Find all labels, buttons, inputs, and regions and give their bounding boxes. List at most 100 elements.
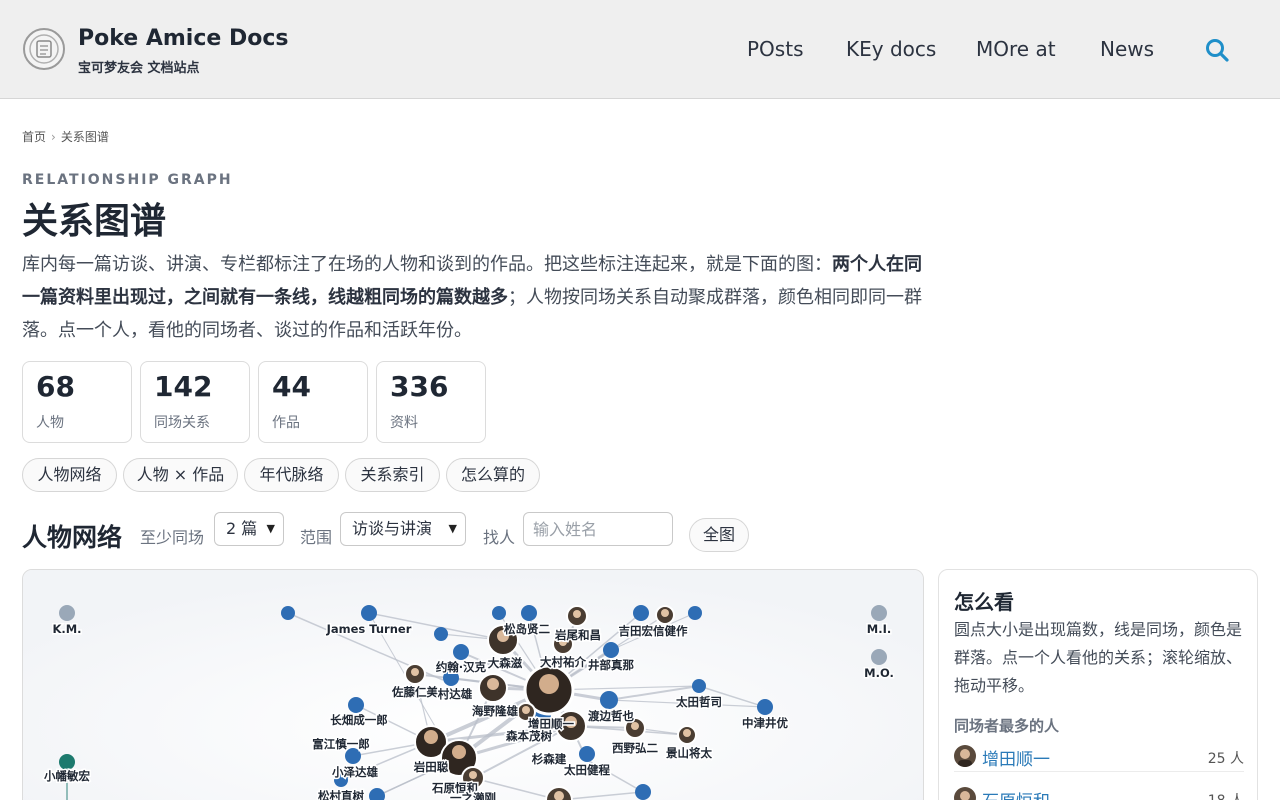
graph-label: M.O. — [864, 666, 894, 680]
how-to-read-panel: 怎么看 圆点大小是出现篇数，线是同场，颜色是群落。点一个人看他的关系；滚轮缩放、… — [938, 569, 1258, 800]
logo-icon[interactable] — [22, 27, 66, 71]
min-label: 至少同场 — [140, 528, 205, 547]
stat-label: 资料 — [390, 415, 418, 431]
range-select-value: 访谈与讲演 — [352, 519, 433, 538]
stat-value: 142 — [154, 370, 213, 403]
find-label: 找人 — [483, 528, 516, 547]
stat-card-people: 68 人物 — [22, 361, 132, 443]
page-eyebrow: RELATIONSHIP GRAPH — [22, 172, 233, 188]
stat-value: 336 — [390, 370, 449, 403]
breadcrumb-home[interactable]: 首页 — [22, 130, 46, 144]
graph-label: 佐藤仁美 — [391, 685, 438, 699]
avatar-node[interactable] — [677, 725, 697, 745]
node[interactable] — [579, 746, 595, 762]
range-label: 范围 — [300, 528, 333, 547]
min-select[interactable]: 2 篇 ▼ — [214, 512, 284, 546]
brand-subtitle: 宝可梦友会 文档站点 — [78, 61, 200, 76]
person-name[interactable]: 石原恒和 — [982, 787, 1050, 800]
section-title: 人物网络 — [22, 523, 123, 552]
node-mi[interactable] — [871, 605, 887, 621]
side-subhead: 同场者最多的人 — [954, 717, 1060, 735]
graph-canvas[interactable]: K.M. James Turner 松岛贤二 岩尾和昌 吉田宏信健作 M.I. … — [23, 570, 924, 800]
tab-people-works[interactable]: 人物 × 作品 — [123, 458, 238, 492]
nav-key-docs[interactable]: KEy docs — [846, 37, 936, 61]
node-teal[interactable] — [59, 754, 75, 770]
tab-people-network[interactable]: 人物网络 — [22, 458, 117, 492]
person-count: 18 人 — [1208, 790, 1244, 800]
node[interactable] — [633, 605, 649, 621]
breadcrumb: 首页 › 关系图谱 — [22, 128, 109, 145]
stat-value: 44 — [272, 370, 311, 403]
tab-how-computed[interactable]: 怎么算的 — [446, 458, 540, 492]
stat-card-works: 44 作品 — [258, 361, 368, 443]
graph-label: 大森滋 — [488, 656, 523, 670]
top-person-row[interactable]: 石原恒和 18 人 — [954, 784, 1244, 800]
person-name[interactable]: 增田顺一 — [982, 745, 1050, 770]
page-title: 关系图谱 — [22, 201, 167, 242]
avatar-node[interactable] — [478, 673, 508, 703]
node[interactable] — [348, 697, 364, 713]
graph-label: 杉森建 — [532, 752, 567, 766]
stat-card-relations: 142 同场关系 — [140, 361, 250, 443]
nav-news[interactable]: News — [1100, 37, 1154, 61]
node[interactable] — [757, 699, 773, 715]
node[interactable] — [635, 784, 651, 800]
node-james-turner[interactable] — [361, 605, 377, 621]
node-mo[interactable] — [871, 649, 887, 665]
node[interactable] — [692, 679, 706, 693]
graph-label: 太田哲司 — [675, 695, 722, 709]
nav-more-at[interactable]: MOre at — [976, 37, 1056, 61]
stat-label: 作品 — [272, 415, 300, 431]
side-title: 怎么看 — [954, 590, 1014, 614]
avatar-node[interactable] — [404, 663, 426, 685]
nav-posts[interactable]: POsts — [747, 37, 803, 61]
full-graph-button[interactable]: 全图 — [689, 518, 749, 552]
node[interactable] — [281, 606, 295, 620]
graph-label: James Turner — [326, 622, 412, 636]
chevron-down-icon: ▼ — [448, 522, 457, 535]
tab-relation-index[interactable]: 关系索引 — [345, 458, 440, 492]
graph-label: 渡边哲也 — [588, 709, 634, 723]
range-select[interactable]: 访谈与讲演 ▼ — [340, 512, 466, 546]
stat-label: 人物 — [36, 415, 64, 431]
graph-label: 大村祐介 — [540, 655, 586, 669]
graph-label: 小泽达雄 — [331, 765, 378, 779]
graph-label: 西野弘二 — [612, 741, 658, 755]
graph-label: 井部真那 — [588, 658, 634, 672]
graph-label: 小幡敏宏 — [43, 769, 90, 783]
stat-value: 68 — [36, 370, 75, 403]
graph-label: 松岛贤二 — [504, 622, 550, 636]
graph-label: 约翰·汉克 — [436, 660, 487, 674]
graph-label: M.I. — [867, 622, 891, 636]
graph-label: 海野隆雄 — [472, 704, 518, 718]
brand-title[interactable]: Poke Amice Docs — [78, 26, 288, 51]
node[interactable] — [688, 606, 702, 620]
avatar-node[interactable] — [566, 605, 588, 627]
graph-label: 岩尾和昌 — [554, 628, 601, 642]
people-network-graph[interactable]: K.M. James Turner 松岛贤二 岩尾和昌 吉田宏信健作 M.I. … — [22, 569, 924, 800]
node[interactable] — [453, 644, 469, 660]
graph-label: 中津井优 — [742, 716, 788, 730]
node[interactable] — [600, 691, 618, 709]
breadcrumb-separator-icon: › — [51, 130, 56, 144]
top-person-row[interactable]: 增田顺一 25 人 — [954, 742, 1244, 772]
graph-label: 太田健程 — [563, 763, 610, 777]
graph-label: 吉田宏信健作 — [619, 624, 688, 638]
find-person-input[interactable] — [523, 512, 673, 546]
graph-label: 森本茂树 — [506, 729, 552, 743]
node[interactable] — [521, 605, 537, 621]
graph-label: K.M. — [52, 622, 81, 636]
tab-timeline[interactable]: 年代脉络 — [244, 458, 339, 492]
node[interactable] — [434, 627, 448, 641]
node[interactable] — [603, 642, 619, 658]
avatar — [954, 745, 976, 767]
side-description: 圆点大小是出现篇数，线是同场，颜色是群落。点一个人看他的关系；滚轮缩放、拖动平移… — [954, 620, 1243, 695]
graph-label: 村达雄 — [438, 687, 473, 701]
intro-part-1: 库内每一篇访谈、讲演、专栏都标注了在场的人物和谈到的作品。把这些标注连起来，就是… — [22, 254, 832, 275]
search-icon[interactable] — [1204, 37, 1230, 63]
node[interactable] — [492, 606, 506, 620]
avatar-node[interactable] — [655, 605, 675, 625]
node-km[interactable] — [59, 605, 75, 621]
graph-label: 景山将太 — [665, 746, 712, 760]
breadcrumb-current: 关系图谱 — [60, 130, 109, 144]
